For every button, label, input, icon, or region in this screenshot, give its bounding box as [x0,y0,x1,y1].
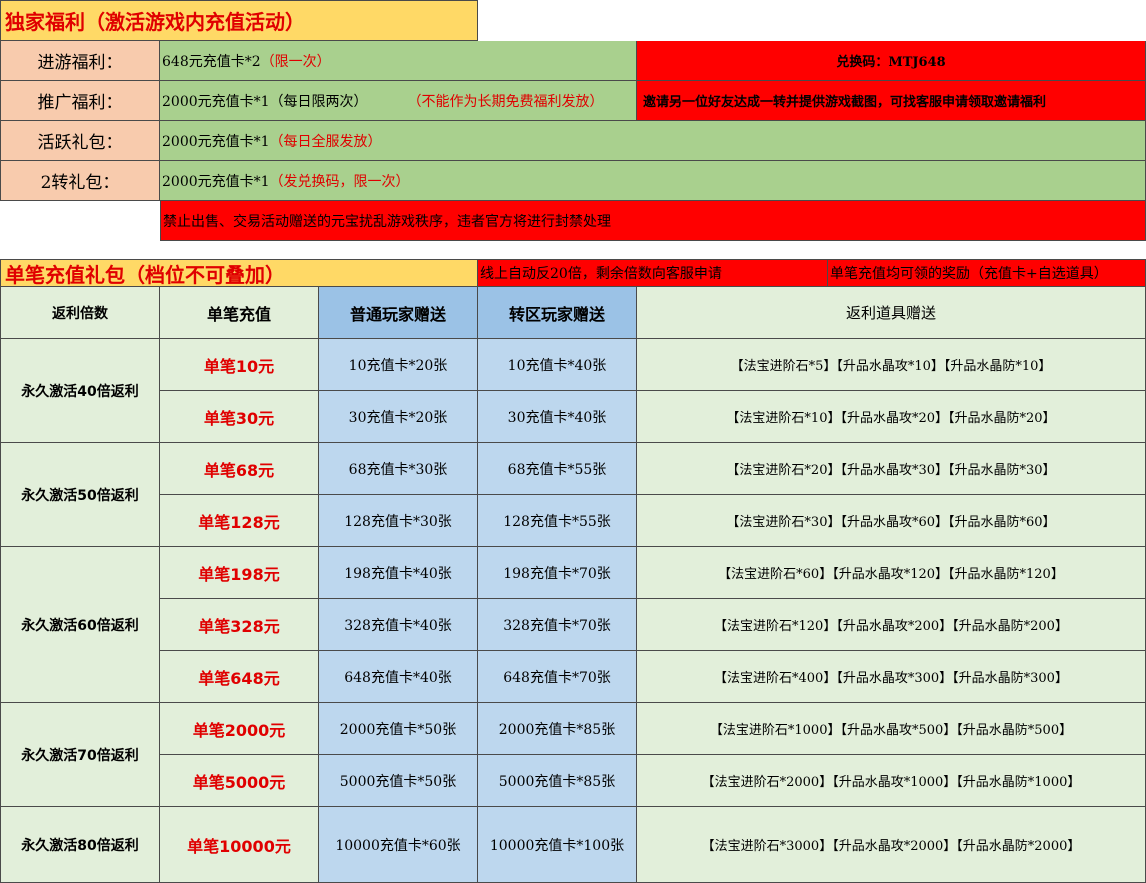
transfer-reward: 10000充值卡*100张 [478,807,637,883]
welfare-row-1-reward: 648元充值卡*2 [162,53,261,70]
recharge-section: 单笔充值礼包（档位不可叠加） 线上自动反20倍，剩余倍数向客服申请 单笔充值均可… [0,259,1146,883]
group-label-80x: 永久激活80倍返利 [0,807,160,883]
welfare-row-4-reward: 2000元充值卡*1 [162,173,270,190]
welfare-row-3-content: 2000元充值卡*1 （每日全服发放） [160,121,1146,161]
welfare-title: 独家福利（激活游戏内充值活动） [0,0,478,41]
welfare-row-3-label: 活跃礼包： [0,121,160,161]
normal-reward: 2000充值卡*50张 [319,703,478,755]
redeem-code: 兑换码：MTJ648 [637,41,1146,81]
recharge-note-online: 线上自动反20倍，剩余倍数向客服申请 [478,259,828,287]
single-amount: 单笔328元 [160,599,319,651]
group-label-50x: 永久激活50倍返利 [0,443,160,547]
single-amount: 单笔2000元 [160,703,319,755]
normal-reward: 10000充值卡*60张 [319,807,478,883]
recharge-title: 单笔充值礼包（档位不可叠加） [0,259,478,287]
welfare-row-1-note: （限一次） [260,53,331,70]
header-multiplier: 返利倍数 [0,287,160,339]
single-amount: 单笔10元 [160,339,319,391]
header-rebate-items: 返利道具赠送 [637,287,1146,339]
welfare-row-2-note: （不能作为长期免费福利发放） [407,93,604,110]
welfare-row-2-reward: 2000元充值卡*1（每日限两次） [162,93,368,110]
item-rewards: 【法宝进阶石*3000】【升品水晶攻*2000】【升品水晶防*2000】 [637,807,1146,883]
transfer-reward: 128充值卡*55张 [478,495,637,547]
normal-reward: 128充值卡*30张 [319,495,478,547]
single-amount: 单笔648元 [160,651,319,703]
transfer-reward: 328充值卡*70张 [478,599,637,651]
item-rewards: 【法宝进阶石*20】【升品水晶攻*30】【升品水晶防*30】 [637,443,1146,495]
group-label-40x: 永久激活40倍返利 [0,339,160,443]
normal-reward: 198充值卡*40张 [319,547,478,599]
item-rewards: 【法宝进阶石*2000】【升品水晶攻*1000】【升品水晶防*1000】 [637,755,1146,807]
welfare-row-3-note: （每日全服发放） [269,133,382,150]
item-rewards: 【法宝进阶石*10】【升品水晶攻*20】【升品水晶防*20】 [637,391,1146,443]
invite-note: 邀请另一位好友达成一转并提供游戏截图，可找客服申请领取邀请福利 [637,81,1146,121]
transfer-reward: 30充值卡*40张 [478,391,637,443]
normal-reward: 68充值卡*30张 [319,443,478,495]
item-rewards: 【法宝进阶石*30】【升品水晶攻*60】【升品水晶防*60】 [637,495,1146,547]
normal-reward: 648充值卡*40张 [319,651,478,703]
single-amount: 单笔68元 [160,443,319,495]
header-transfer-player: 转区玩家赠送 [478,287,637,339]
transfer-reward: 5000充值卡*85张 [478,755,637,807]
welfare-row-3-reward: 2000元充值卡*1 [162,133,270,150]
group-label-60x: 永久激活60倍返利 [0,547,160,703]
recharge-note-items: 单笔充值均可领的奖励（充值卡+自选道具） [828,259,1146,287]
normal-reward: 10充值卡*20张 [319,339,478,391]
welfare-row-1-label: 进游福利： [0,41,160,81]
header-normal-player: 普通玩家赠送 [319,287,478,339]
welfare-row-4-note: （发兑换码，限一次） [269,173,410,190]
transfer-reward: 648充值卡*70张 [478,651,637,703]
normal-reward: 5000充值卡*50张 [319,755,478,807]
single-amount: 单笔198元 [160,547,319,599]
welfare-row-1-content: 648元充值卡*2 （限一次） [160,41,637,81]
welfare-section: 独家福利（激活游戏内充值活动） 进游福利： 648元充值卡*2 （限一次） 兑换码… [0,0,1146,241]
header-single-recharge: 单笔充值 [160,287,319,339]
welfare-row-2-content: 2000元充值卡*1（每日限两次） （不能作为长期免费福利发放） [160,81,637,121]
normal-reward: 30充值卡*20张 [319,391,478,443]
transfer-reward: 68充值卡*55张 [478,443,637,495]
welfare-row-4-label: 2转礼包： [0,161,160,201]
group-label-70x: 永久激活70倍返利 [0,703,160,807]
item-rewards: 【法宝进阶石*60】【升品水晶攻*120】【升品水晶防*120】 [637,547,1146,599]
welfare-row-2-label: 推广福利： [0,81,160,121]
single-amount: 单笔30元 [160,391,319,443]
warning-banner: 禁止出售、交易活动赠送的元宝扰乱游戏秩序，违者官方将进行封禁处理 [160,201,1146,241]
single-amount: 单笔128元 [160,495,319,547]
transfer-reward: 2000充值卡*85张 [478,703,637,755]
welfare-row-4-content: 2000元充值卡*1 （发兑换码，限一次） [160,161,1146,201]
item-rewards: 【法宝进阶石*400】【升品水晶攻*300】【升品水晶防*300】 [637,651,1146,703]
item-rewards: 【法宝进阶石*1000】【升品水晶攻*500】【升品水晶防*500】 [637,703,1146,755]
item-rewards: 【法宝进阶石*5】【升品水晶攻*10】【升品水晶防*10】 [637,339,1146,391]
single-amount: 单笔10000元 [160,807,319,883]
transfer-reward: 10充值卡*40张 [478,339,637,391]
transfer-reward: 198充值卡*70张 [478,547,637,599]
item-rewards: 【法宝进阶石*120】【升品水晶攻*200】【升品水晶防*200】 [637,599,1146,651]
single-amount: 单笔5000元 [160,755,319,807]
normal-reward: 328充值卡*40张 [319,599,478,651]
